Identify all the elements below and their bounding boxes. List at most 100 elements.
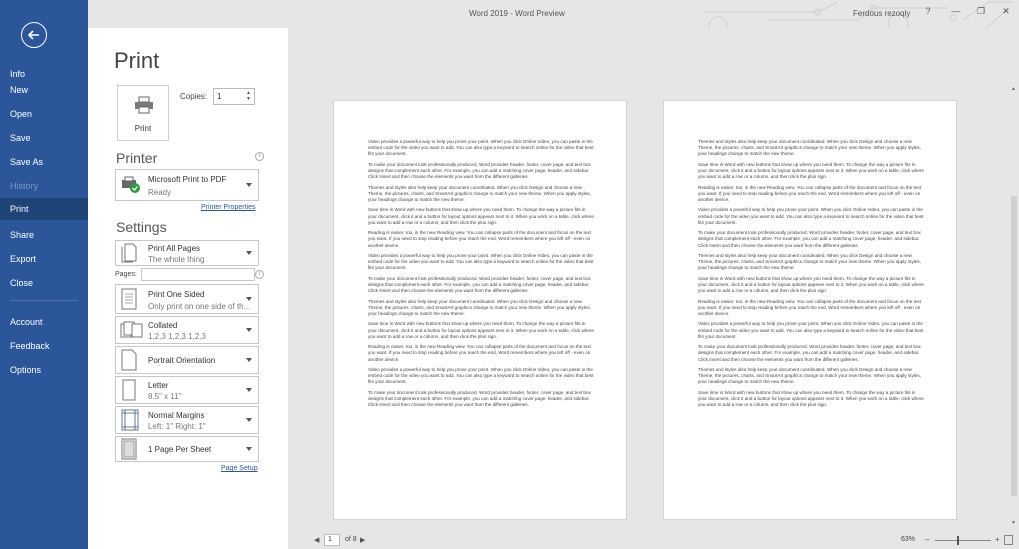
- page-number-input[interactable]: 1: [324, 534, 340, 546]
- settings-heading: Settings: [116, 219, 167, 235]
- collation-title: Collated: [148, 321, 178, 330]
- scroll-thumb[interactable]: [1011, 196, 1017, 496]
- document-paragraph: To make your document look professionall…: [698, 230, 921, 248]
- print-button-label: Print: [134, 124, 152, 133]
- document-paragraph: Save time in Word with new buttons that …: [698, 389, 924, 408]
- print-button[interactable]: Print: [117, 85, 169, 141]
- nav-save[interactable]: Save: [0, 127, 88, 149]
- printer-dropdown[interactable]: Microsoft Print to PDF Ready: [115, 169, 259, 201]
- margins-dropdown[interactable]: Normal Margins Left: 1" Right: 1": [115, 406, 259, 434]
- scroll-down-icon[interactable]: ▼: [1011, 520, 1016, 526]
- zoom-slider[interactable]: [935, 540, 991, 541]
- sides-sub: Only print on one side of th...: [148, 302, 251, 311]
- paper-size-title: Letter: [148, 381, 169, 390]
- pages-per-sheet-dropdown[interactable]: 1 Page Per Sheet: [115, 436, 259, 462]
- copies-label: Copies:: [180, 92, 208, 101]
- printer-name: Microsoft Print to PDF: [148, 175, 227, 184]
- print-what-sub: The whole thing: [148, 255, 205, 264]
- document-paragraph: Reading is easier, too, in the new Readi…: [698, 184, 921, 202]
- sides-title: Print One Sided: [148, 290, 205, 299]
- document-paragraph: Reading is easier, too, in the new Readi…: [368, 344, 591, 362]
- spin-arrows-icon[interactable]: ▲ ▼: [244, 90, 253, 103]
- backstage-nav: Info New Open Save Save As History Print…: [0, 0, 88, 549]
- document-paragraph: Themes and styles also help keep your do…: [698, 252, 921, 271]
- info-icon[interactable]: i: [255, 270, 264, 279]
- nav-save-as[interactable]: Save As: [0, 151, 88, 173]
- page-per-sheet-icon: [121, 438, 137, 460]
- chevron-down-icon: [246, 183, 252, 187]
- zoom-in-button[interactable]: +: [995, 535, 1000, 544]
- document-paragraph: Video provides a powerful way to help yo…: [368, 139, 594, 157]
- margins-sub: Left: 1" Right: 1": [148, 422, 206, 431]
- document-paragraph: Save time in Word with new buttons that …: [368, 207, 594, 225]
- nav-export[interactable]: Export: [0, 248, 88, 270]
- printer-icon: [135, 96, 153, 114]
- document-paragraph: Video provides a powerful way to help yo…: [368, 252, 594, 271]
- orientation-title: Portrait Orientation: [148, 356, 216, 365]
- pages-field[interactable]: [141, 268, 255, 281]
- help-button[interactable]: ?: [920, 6, 936, 16]
- nav-new[interactable]: New: [0, 79, 88, 101]
- next-page-icon[interactable]: ▶: [360, 536, 365, 544]
- chevron-down-icon: [246, 447, 252, 451]
- user-name[interactable]: Ferdous rezoqly: [853, 9, 910, 18]
- zoom-to-page-icon[interactable]: [1004, 535, 1013, 545]
- restore-button[interactable]: ❐: [973, 6, 989, 17]
- print-what-dropdown[interactable]: Print All Pages The whole thing: [115, 240, 259, 266]
- zoom-slider-thumb[interactable]: [957, 536, 959, 545]
- chevron-down-icon: [246, 358, 252, 362]
- portrait-icon: [121, 349, 137, 371]
- zoom-out-button[interactable]: –: [925, 535, 929, 544]
- minimize-button[interactable]: —: [948, 6, 964, 16]
- pages-per-sheet-title: 1 Page Per Sheet: [148, 445, 212, 454]
- vertical-scrollbar[interactable]: ▲ ▼: [1009, 86, 1019, 526]
- pages-label: Pages:: [115, 271, 137, 278]
- nav-share[interactable]: Share: [0, 224, 88, 246]
- paper-size-dropdown[interactable]: Letter 8.5" x 11": [115, 376, 259, 404]
- chevron-down-icon: [246, 328, 252, 332]
- one-sided-icon: [121, 288, 137, 310]
- document-paragraph: To make your document look professionall…: [368, 161, 591, 180]
- document-paragraph: To make your document look professionall…: [368, 275, 591, 294]
- nav-open[interactable]: Open: [0, 103, 88, 125]
- document-paragraph: Reading is easier, too, in the new Readi…: [698, 298, 921, 316]
- info-icon[interactable]: i: [255, 152, 264, 161]
- document-paragraph: Reading is easier, too, in the new Readi…: [368, 230, 591, 248]
- page-setup-link[interactable]: Page Setup: [221, 465, 258, 472]
- chevron-down-icon: [246, 388, 252, 392]
- collation-dropdown[interactable]: Collated 1,2,3 1,2,3 1,2,3: [115, 316, 259, 344]
- title-bar: Word 2019 - Word Preview Ferdous rezoqly…: [88, 0, 1019, 37]
- nav-feedback[interactable]: Feedback: [0, 335, 88, 357]
- copies-stepper[interactable]: 1 ▲ ▼: [213, 88, 255, 105]
- collated-icon: [120, 321, 143, 338]
- nav-divider: [10, 300, 78, 301]
- margins-icon: [121, 409, 139, 431]
- sides-dropdown[interactable]: Print One Sided Only print on one side o…: [115, 284, 259, 314]
- orientation-dropdown[interactable]: Portrait Orientation: [115, 346, 259, 374]
- document-paragraph: Themes and styles also help keep your do…: [698, 366, 921, 385]
- document-paragraph: Themes and styles also help keep your do…: [368, 298, 591, 316]
- print-preview: Video provides a powerful way to help yo…: [288, 28, 1019, 549]
- nav-account[interactable]: Account: [0, 311, 88, 333]
- print-settings-pane: Print Print Copies: 1 ▲ ▼ Printer i Micro…: [88, 28, 288, 549]
- collation-sub: 1,2,3 1,2,3 1,2,3: [148, 332, 206, 341]
- nav-options[interactable]: Options: [0, 359, 88, 381]
- pages-icon: [121, 243, 137, 263]
- document-paragraph: Save time in Word with new buttons that …: [698, 161, 924, 180]
- page-count: of 8: [345, 536, 357, 543]
- copies-value: 1: [217, 92, 222, 101]
- printer-properties-link[interactable]: Printer Properties: [201, 204, 255, 211]
- document-paragraph: Themes and styles also help keep your do…: [698, 139, 921, 157]
- margins-title: Normal Margins: [148, 411, 205, 420]
- zoom-level[interactable]: 63%: [901, 536, 915, 543]
- close-button[interactable]: ✕: [998, 6, 1014, 17]
- nav-print[interactable]: Print: [0, 198, 88, 220]
- scroll-up-icon[interactable]: ▲: [1011, 86, 1016, 92]
- preview-page-2: Themes and styles also help keep your do…: [663, 100, 957, 520]
- nav-close[interactable]: Close: [0, 272, 88, 294]
- document-paragraph: Themes and styles also help keep your do…: [368, 184, 591, 202]
- printer-status: Ready: [148, 188, 172, 197]
- previous-page-icon[interactable]: ◀: [314, 536, 319, 544]
- back-arrow-icon[interactable]: [21, 22, 47, 48]
- chevron-down-icon: [246, 297, 252, 301]
